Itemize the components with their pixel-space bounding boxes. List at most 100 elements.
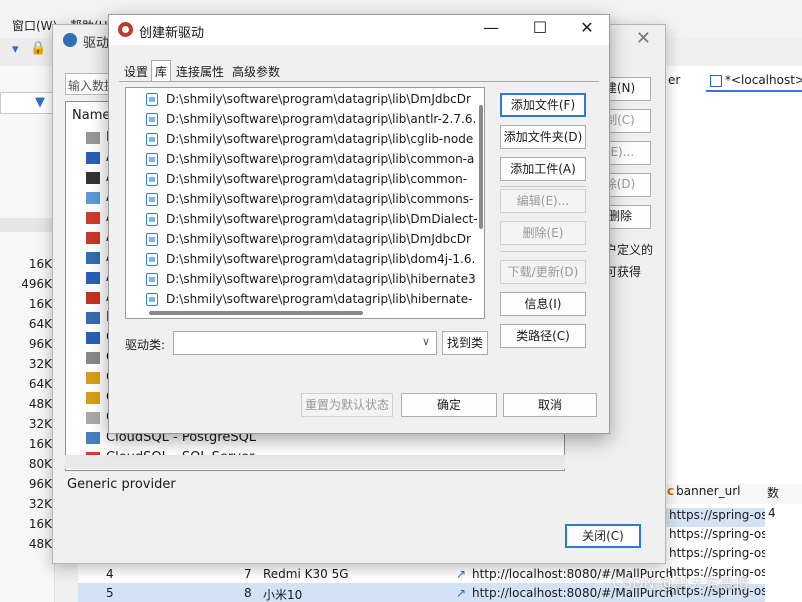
- file-path: D:\shmily\software\program\datagrip\lib\…: [166, 212, 478, 226]
- tab-connection-properties[interactable]: 连接属性: [173, 61, 227, 81]
- size-cell: 96K: [28, 477, 52, 491]
- pin-icon[interactable]: ▾: [12, 42, 19, 57]
- add-folder-button[interactable]: 添加文件夹(D): [500, 125, 586, 149]
- driver-icon: [86, 171, 100, 184]
- editor-tab-partial[interactable]: er: [666, 70, 706, 92]
- file-path: D:\shmily\software\program\datagrip\lib\…: [166, 152, 475, 166]
- size-cell: 32K: [28, 357, 52, 371]
- button-separator: [500, 186, 586, 187]
- download-update-button[interactable]: 下载/更新(D): [500, 260, 586, 284]
- size-cell: 64K: [28, 317, 52, 331]
- close-button[interactable]: 关闭(C): [565, 524, 641, 548]
- add-file-button[interactable]: 添加文件(F): [500, 93, 586, 117]
- list-item[interactable]: D:\shmily\software\program\datagrip\lib\…: [146, 112, 476, 126]
- maximize-icon[interactable]: ☐: [530, 18, 550, 37]
- row-index: 5: [106, 586, 114, 600]
- jar-file-icon: [146, 213, 158, 226]
- cell-value[interactable]: 4: [768, 506, 776, 520]
- list-item[interactable]: D:\shmily\software\program\datagrip\lib\…: [146, 212, 478, 226]
- list-item[interactable]: D:\shmily\software\program\datagrip\lib\…: [146, 232, 471, 246]
- jar-file-icon: [146, 113, 158, 126]
- driver-icon: [86, 331, 100, 344]
- hint-text: 户定义的: [605, 243, 654, 257]
- size-cell: 48K: [28, 397, 52, 411]
- file-path: D:\shmily\software\program\datagrip\lib\…: [166, 272, 476, 286]
- delete-button[interactable]: 删除(E): [500, 221, 586, 245]
- url-cell[interactable]: https://spring-os: [665, 546, 765, 565]
- create-driver-dialog: 创建新驱动 — ☐ ✕ 设置 库 连接属性 高级参数 D:\shmily\sof…: [108, 14, 610, 434]
- driver-icon: [86, 131, 100, 144]
- find-class-button[interactable]: 找到类: [442, 331, 488, 355]
- list-item[interactable]: D:\shmily\software\program\datagrip\lib\…: [146, 152, 474, 166]
- tab-divider: [119, 81, 599, 82]
- table-row[interactable]: 5 8 小米10 ↗ http://localhost:8080/#/MallP…: [78, 583, 673, 602]
- lock-icon[interactable]: 🔒: [30, 41, 46, 56]
- button-separator: [500, 251, 586, 252]
- driver-icon: [86, 371, 100, 384]
- cancel-button[interactable]: 取消: [503, 393, 597, 417]
- app-logo-icon: [118, 22, 133, 37]
- list-item[interactable]: D:\shmily\software\program\datagrip\lib\…: [146, 292, 472, 306]
- column-header-name: Name: [72, 108, 111, 123]
- hint-text: 可获得: [605, 265, 642, 279]
- editor-tab-localhost[interactable]: *<localhost>: [706, 70, 802, 92]
- url-cell[interactable]: https://spring-os: [665, 527, 765, 546]
- driver-icon: [86, 351, 100, 364]
- size-cell: 496K: [21, 277, 52, 291]
- edit-button[interactable]: 编辑(E)...: [500, 189, 586, 213]
- tab-settings[interactable]: 设置: [121, 61, 151, 81]
- driver-icon: [86, 411, 100, 424]
- chevron-down-icon[interactable]: ∨: [422, 335, 430, 348]
- size-cell: 64K: [28, 377, 52, 391]
- jar-file-icon: [146, 273, 158, 286]
- list-item[interactable]: D:\shmily\software\program\datagrip\lib\…: [146, 192, 473, 206]
- jar-file-icon: [146, 233, 158, 246]
- file-path: D:\shmily\software\program\datagrip\lib\…: [166, 252, 476, 266]
- classpath-button[interactable]: 类路径(C): [500, 324, 586, 348]
- close-icon[interactable]: ✕: [636, 28, 651, 49]
- size-cell: 16K: [28, 517, 52, 531]
- console-icon: [710, 74, 722, 87]
- info-button[interactable]: 信息(I): [500, 292, 586, 316]
- size-cell: 48K: [28, 537, 52, 551]
- cell-name[interactable]: 小米10: [263, 586, 302, 602]
- driver-icon: [86, 271, 100, 284]
- list-item[interactable]: D:\shmily\software\program\datagrip\lib\…: [146, 172, 467, 186]
- list-item[interactable]: D:\shmily\software\program\datagrip\lib\…: [146, 252, 475, 266]
- file-list-vscrollbar[interactable]: [479, 105, 483, 229]
- column-header-num[interactable]: 数: [765, 484, 802, 504]
- filter-bar[interactable]: ▼: [0, 92, 55, 114]
- driver-class-combo[interactable]: ∨: [173, 331, 437, 355]
- jar-file-icon: [146, 153, 158, 166]
- column-type-icon: c: [667, 484, 675, 498]
- file-path: D:\shmily\software\program\datagrip\lib\…: [166, 192, 474, 206]
- list-item[interactable]: D:\shmily\software\program\datagrip\lib\…: [146, 92, 471, 106]
- file-list-hscrollbar[interactable]: [149, 311, 363, 315]
- file-path: D:\shmily\software\program\datagrip\lib\…: [166, 132, 474, 146]
- close-icon[interactable]: ✕: [577, 18, 597, 37]
- jar-file-icon: [146, 253, 158, 266]
- list-item[interactable]: D:\shmily\software\program\datagrip\lib\…: [146, 272, 476, 286]
- minimize-icon[interactable]: —: [481, 18, 501, 37]
- column-header-banner-url[interactable]: c banner_url: [665, 484, 765, 504]
- cell-name[interactable]: Redmi K30 5G: [263, 567, 349, 581]
- generic-provider-label: Generic provider: [67, 477, 176, 492]
- menu-window[interactable]: 窗口(W): [12, 17, 57, 34]
- tab-advanced-params[interactable]: 高级参数: [229, 61, 283, 81]
- driver-icon: [86, 311, 100, 324]
- library-file-list[interactable]: D:\shmily\software\program\datagrip\lib\…: [125, 87, 485, 319]
- size-cell: 32K: [28, 417, 52, 431]
- driver-list-scrollbar[interactable]: [65, 455, 565, 469]
- reset-defaults-button[interactable]: 重置为默认状态: [301, 393, 393, 417]
- add-artifact-button[interactable]: 添加工件(A): [500, 157, 586, 181]
- cell-id[interactable]: 7: [244, 567, 252, 581]
- cell-id[interactable]: 8: [244, 586, 252, 600]
- list-item[interactable]: D:\shmily\software\program\datagrip\lib\…: [146, 132, 473, 146]
- url-cell[interactable]: https://spring-os: [665, 508, 765, 527]
- ok-button[interactable]: 确定: [401, 393, 497, 417]
- dialog-titlebar: 创建新驱动 — ☐ ✕: [109, 15, 609, 45]
- tab-library[interactable]: 库: [151, 60, 172, 82]
- table-row[interactable]: 4 7 Redmi K30 5G ↗ http://localhost:8080…: [78, 564, 673, 584]
- driver-icon: [86, 391, 100, 404]
- filter-icon[interactable]: ▼: [35, 95, 45, 110]
